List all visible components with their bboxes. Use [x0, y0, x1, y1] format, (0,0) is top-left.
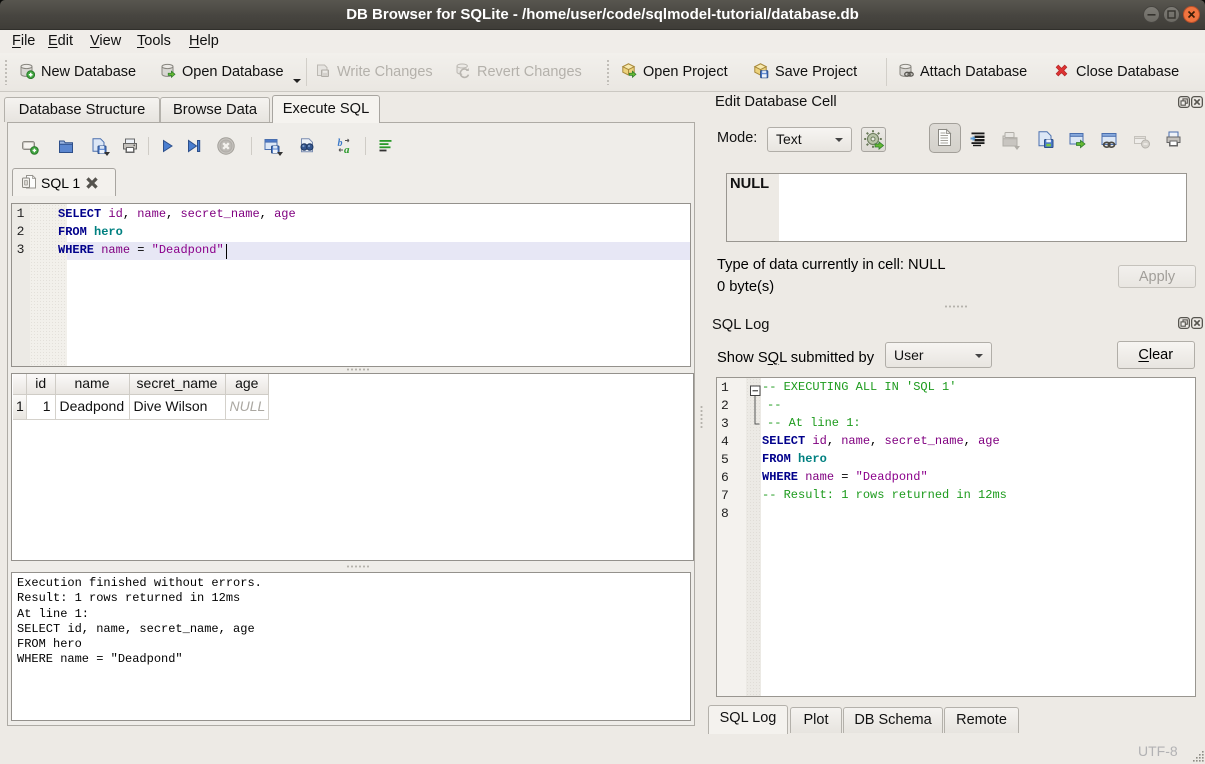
- svg-text:a: a: [344, 144, 350, 155]
- svg-text:b: b: [338, 138, 343, 149]
